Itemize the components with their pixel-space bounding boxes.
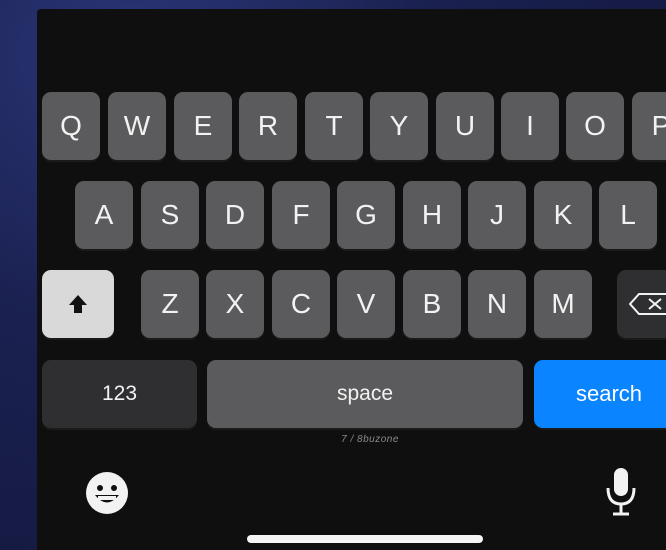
key-z[interactable]: Z <box>141 270 199 338</box>
key-f[interactable]: F <box>272 181 330 249</box>
space-key[interactable]: space <box>207 360 523 428</box>
key-u[interactable]: U <box>436 92 494 160</box>
emoji-icon <box>86 472 128 514</box>
key-k[interactable]: K <box>534 181 592 249</box>
key-y[interactable]: Y <box>370 92 428 160</box>
key-j[interactable]: J <box>468 181 526 249</box>
key-q[interactable]: Q <box>42 92 100 160</box>
emoji-button[interactable] <box>84 470 130 516</box>
watermark: 7 / 8buzone <box>341 434 399 445</box>
key-o[interactable]: O <box>566 92 624 160</box>
key-r[interactable]: R <box>239 92 297 160</box>
search-key[interactable]: search <box>534 360 666 428</box>
key-p[interactable]: P <box>632 92 666 160</box>
home-indicator[interactable] <box>247 535 483 543</box>
key-b[interactable]: B <box>403 270 461 338</box>
key-g[interactable]: G <box>337 181 395 249</box>
key-c[interactable]: C <box>272 270 330 338</box>
key-x[interactable]: X <box>206 270 264 338</box>
backspace-icon <box>629 293 666 315</box>
numbers-key[interactable]: 123 <box>42 360 197 428</box>
microphone-icon <box>606 468 636 516</box>
key-a[interactable]: A <box>75 181 133 249</box>
shift-arrow-icon <box>69 295 87 313</box>
key-e[interactable]: E <box>174 92 232 160</box>
key-i[interactable]: I <box>501 92 559 160</box>
key-h[interactable]: H <box>403 181 461 249</box>
key-v[interactable]: V <box>337 270 395 338</box>
key-w[interactable]: W <box>108 92 166 160</box>
key-d[interactable]: D <box>206 181 264 249</box>
shift-key[interactable] <box>42 270 114 338</box>
key-t[interactable]: T <box>305 92 363 160</box>
dictation-button[interactable] <box>603 466 639 518</box>
key-m[interactable]: M <box>534 270 592 338</box>
key-n[interactable]: N <box>468 270 526 338</box>
key-l[interactable]: L <box>599 181 657 249</box>
backspace-key[interactable] <box>617 270 666 338</box>
key-s[interactable]: S <box>141 181 199 249</box>
